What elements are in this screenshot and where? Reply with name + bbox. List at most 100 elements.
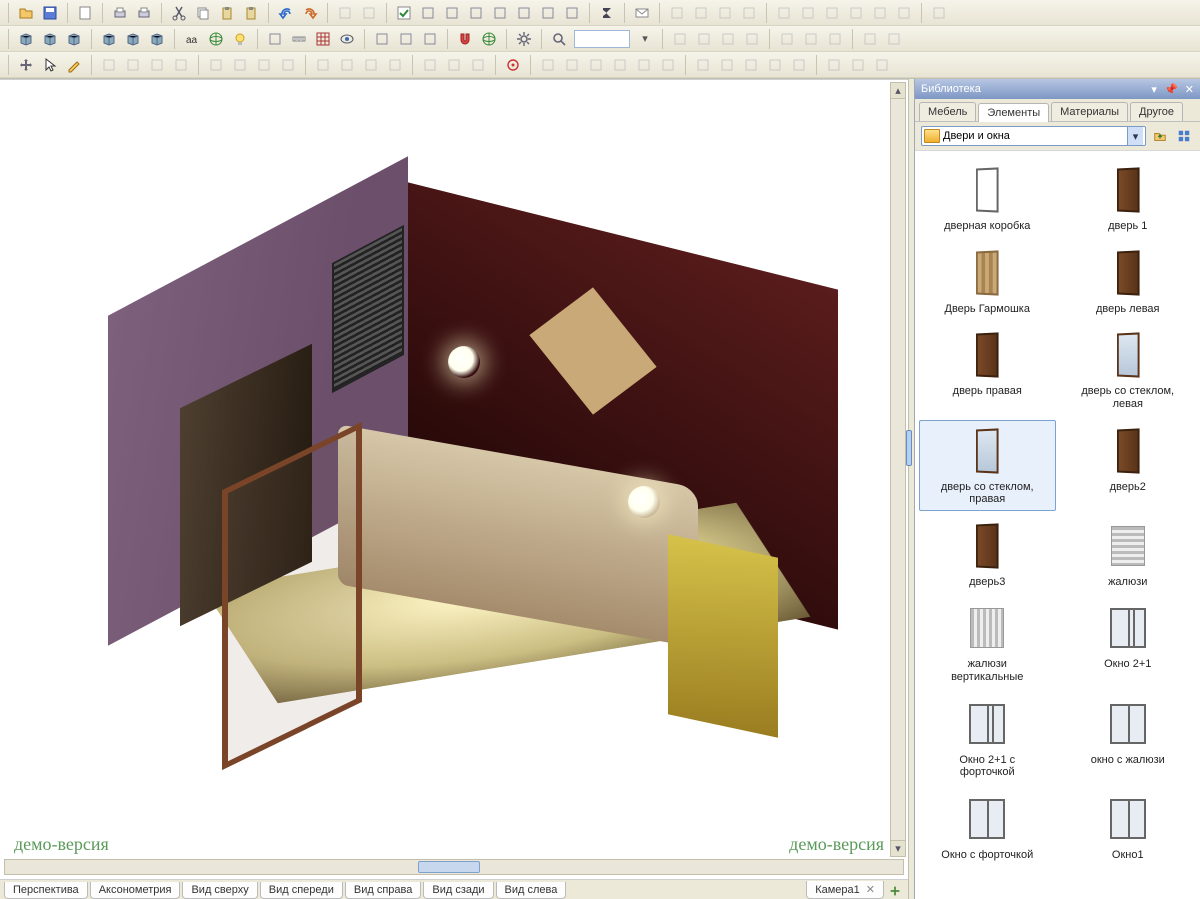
- library-tab-0[interactable]: Мебель: [919, 102, 976, 121]
- scroll-down-icon[interactable]: ▾: [891, 840, 905, 856]
- toolbar-doc-save-button[interactable]: [39, 2, 61, 24]
- toolbar-copy-button[interactable]: [192, 2, 214, 24]
- toolbar-paste-sp-button[interactable]: [240, 2, 262, 24]
- toolbar-zoom-button[interactable]: [548, 28, 570, 50]
- library-item-thumb: [1104, 425, 1152, 477]
- view-tab-2[interactable]: Вид сверху: [182, 882, 257, 899]
- toolbar-cursor-button[interactable]: [39, 54, 61, 76]
- library-item-1[interactable]: дверь 1: [1060, 159, 1197, 238]
- toolbar-sigma-button[interactable]: [596, 2, 618, 24]
- panel-dropdown-icon[interactable]: ▾: [1151, 84, 1157, 96]
- library-item-2[interactable]: Дверь Гармошка: [919, 242, 1056, 321]
- toolbar-shape-b-button[interactable]: [395, 28, 417, 50]
- viewport-vertical-scrollbar[interactable]: ▴ ▾: [890, 82, 906, 857]
- library-item-11[interactable]: Окно 2+1: [1060, 597, 1197, 688]
- toolbar-box-a-button[interactable]: [98, 28, 120, 50]
- toolbar-new-button[interactable]: [74, 2, 96, 24]
- view-tab-3[interactable]: Вид спереди: [260, 882, 343, 899]
- view-tab-camera[interactable]: Камера1✕: [806, 881, 884, 899]
- toolbar-grid-button[interactable]: [312, 28, 334, 50]
- library-item-15[interactable]: Окно1: [1060, 788, 1197, 867]
- library-tab-1[interactable]: Элементы: [978, 103, 1049, 122]
- toolbar-target-button[interactable]: [502, 54, 524, 76]
- library-tab-3[interactable]: Другое: [1130, 102, 1183, 121]
- toolbar-redo-button[interactable]: [299, 2, 321, 24]
- library-tab-2[interactable]: Материалы: [1051, 102, 1128, 121]
- toolbar-eye-button[interactable]: [336, 28, 358, 50]
- library-viewmode-button[interactable]: [1174, 126, 1194, 146]
- library-panel-title-bar[interactable]: Библиотека ▾ 📌 ✕: [915, 79, 1200, 99]
- view-tab-4[interactable]: Вид справа: [345, 882, 422, 899]
- toolbar-cut-button[interactable]: [168, 2, 190, 24]
- toolbar-ruler-button[interactable]: [288, 28, 310, 50]
- panel-close-icon[interactable]: ✕: [1185, 84, 1194, 96]
- viewport-horizontal-scrollbar[interactable]: [4, 859, 904, 875]
- toolbar-print-button[interactable]: [109, 2, 131, 24]
- toolbar-paste-button[interactable]: [216, 2, 238, 24]
- toolbar-layout-g-button[interactable]: [561, 2, 583, 24]
- toolbar-layout-a-button[interactable]: [417, 2, 439, 24]
- toolbar-mail-button[interactable]: [631, 2, 653, 24]
- library-item-13[interactable]: окно с жалюзи: [1060, 693, 1197, 784]
- close-icon[interactable]: ✕: [866, 884, 875, 896]
- toolbar-layout-b-button[interactable]: [441, 2, 463, 24]
- library-item-9[interactable]: жалюзи: [1060, 515, 1197, 594]
- toolbar-dim57-button: [847, 54, 869, 76]
- toolbar-zoom-input[interactable]: [574, 30, 630, 48]
- library-item-label: дверь со стеклом, левая: [1078, 385, 1178, 410]
- toolbar-sphere-a-button[interactable]: [205, 28, 227, 50]
- library-up-button[interactable]: [1150, 126, 1170, 146]
- toolbar-wall-a-button[interactable]: [39, 28, 61, 50]
- splitter-handle[interactable]: [906, 430, 912, 466]
- hscroll-thumb[interactable]: [418, 861, 480, 873]
- toolbar-layout-d-button[interactable]: [489, 2, 511, 24]
- toolbar-undo-button[interactable]: [275, 2, 297, 24]
- toolbar-box-b-button[interactable]: [122, 28, 144, 50]
- toolbar-globe-button[interactable]: [478, 28, 500, 50]
- toolbar-zoom-dropdown[interactable]: ▾: [634, 28, 656, 50]
- library-category-dropdown[interactable]: ▾: [921, 126, 1146, 146]
- toolbar-box-shade-button[interactable]: [15, 28, 37, 50]
- view-tab-1[interactable]: Аксонометрия: [90, 882, 181, 899]
- toolbar-box-c-button[interactable]: [146, 28, 168, 50]
- viewport-3d[interactable]: демо-версия демо-версия ▴ ▾: [0, 79, 908, 879]
- toolbar-aa-button[interactable]: [181, 28, 203, 50]
- library-item-0[interactable]: дверная коробка: [919, 159, 1056, 238]
- toolbar-pan-button[interactable]: [15, 54, 37, 76]
- scroll-up-icon[interactable]: ▴: [891, 83, 905, 99]
- library-item-3[interactable]: дверь левая: [1060, 242, 1197, 321]
- toolbar-snap-a-button[interactable]: [264, 28, 286, 50]
- library-item-4[interactable]: дверь правая: [919, 324, 1056, 415]
- toolbar-shape-c-button[interactable]: [419, 28, 441, 50]
- library-item-label: дверь левая: [1096, 303, 1160, 316]
- toolbar-gear-button[interactable]: [513, 28, 535, 50]
- toolbar-magnet-button[interactable]: [454, 28, 476, 50]
- library-item-6[interactable]: дверь со стеклом, правая: [919, 420, 1056, 511]
- view-tab-6[interactable]: Вид слева: [496, 882, 567, 899]
- toolbar-bulb-button[interactable]: [229, 28, 251, 50]
- view-tab-0[interactable]: Перспектива: [4, 882, 88, 899]
- library-item-12[interactable]: Окно 2+1 с форточкой: [919, 693, 1056, 784]
- toolbar-pen-button[interactable]: [63, 54, 85, 76]
- library-item-14[interactable]: Окно с форточкой: [919, 788, 1056, 867]
- toolbar-check-edit-button[interactable]: [393, 2, 415, 24]
- library-category-input[interactable]: [943, 130, 1127, 142]
- panel-pin-icon[interactable]: 📌: [1164, 84, 1178, 96]
- library-item-thumb: [1104, 698, 1152, 750]
- toolbar-dim13-button: [928, 2, 950, 24]
- library-item-8[interactable]: дверь3: [919, 515, 1056, 594]
- toolbar-layout-e-button[interactable]: [513, 2, 535, 24]
- toolbar-dim38-button: [312, 54, 334, 76]
- library-item-10[interactable]: жалюзи вертикальные: [919, 597, 1056, 688]
- toolbar-layout-f-button[interactable]: [537, 2, 559, 24]
- view-tab-add-button[interactable]: [886, 883, 904, 899]
- toolbar-doc-open-button[interactable]: [15, 2, 37, 24]
- library-item-5[interactable]: дверь со стеклом, левая: [1060, 324, 1197, 415]
- view-tab-5[interactable]: Вид сзади: [423, 882, 493, 899]
- toolbar-print-preview-button[interactable]: [133, 2, 155, 24]
- toolbar-shape-a-button[interactable]: [371, 28, 393, 50]
- chevron-down-icon[interactable]: ▾: [1127, 127, 1143, 145]
- library-item-7[interactable]: дверь2: [1060, 420, 1197, 511]
- toolbar-wall-b-button[interactable]: [63, 28, 85, 50]
- toolbar-layout-c-button[interactable]: [465, 2, 487, 24]
